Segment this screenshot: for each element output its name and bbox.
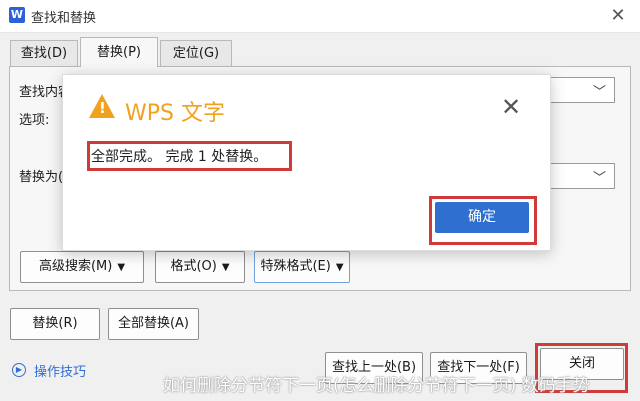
caret-down-icon: ▼ — [221, 262, 230, 273]
caret-down-icon: ▼ — [117, 262, 126, 273]
dialog-close-icon[interactable]: ✕ — [501, 95, 521, 119]
replace-button[interactable]: 替换(R) — [10, 308, 100, 340]
chevron-down-icon[interactable]: ﹀ — [593, 81, 606, 100]
advanced-search-label: 高级搜索(M) — [38, 259, 113, 274]
caret-down-icon: ▼ — [335, 262, 344, 273]
format-button[interactable]: 格式(O) ▼ — [155, 251, 245, 283]
warning-icon: ! — [89, 94, 115, 118]
ok-button[interactable]: 确定 — [435, 202, 529, 233]
dialog-title: WPS 文字 — [125, 101, 225, 126]
window-close-icon[interactable]: ✕ — [606, 4, 630, 28]
advanced-search-button[interactable]: 高级搜索(M) ▼ — [20, 251, 144, 283]
tab-find[interactable]: 查找(D) — [10, 40, 78, 66]
options-label: 选项: — [19, 113, 50, 128]
watermark-text: 如何删除分节符下一页(怎么删除分节符下一页) 数码手势 — [163, 376, 590, 396]
play-circle-icon: ▶ — [12, 363, 26, 377]
title-bar: W 查找和替换 ✕ — [0, 0, 640, 33]
tab-replace[interactable]: 替换(P) — [80, 37, 158, 67]
replace-all-button[interactable]: 全部替换(A) — [108, 308, 199, 340]
tips-link[interactable]: 操作技巧 — [34, 361, 86, 380]
special-format-label: 特殊格式(E) — [260, 259, 331, 274]
wps-writer-icon: W — [9, 7, 25, 23]
format-label: 格式(O) — [170, 259, 217, 274]
message-dialog: ! WPS 文字 ✕ 全部完成。 完成 1 处替换。 确定 — [62, 74, 551, 251]
tab-goto[interactable]: 定位(G) — [160, 40, 232, 66]
special-format-button[interactable]: 特殊格式(E) ▼ — [254, 251, 350, 283]
dialog-message: 全部完成。 完成 1 处替换。 — [91, 149, 268, 165]
chevron-down-icon[interactable]: ﹀ — [593, 167, 606, 186]
window-title: 查找和替换 — [31, 11, 97, 26]
replace-with-label: 替换为( — [19, 170, 64, 185]
